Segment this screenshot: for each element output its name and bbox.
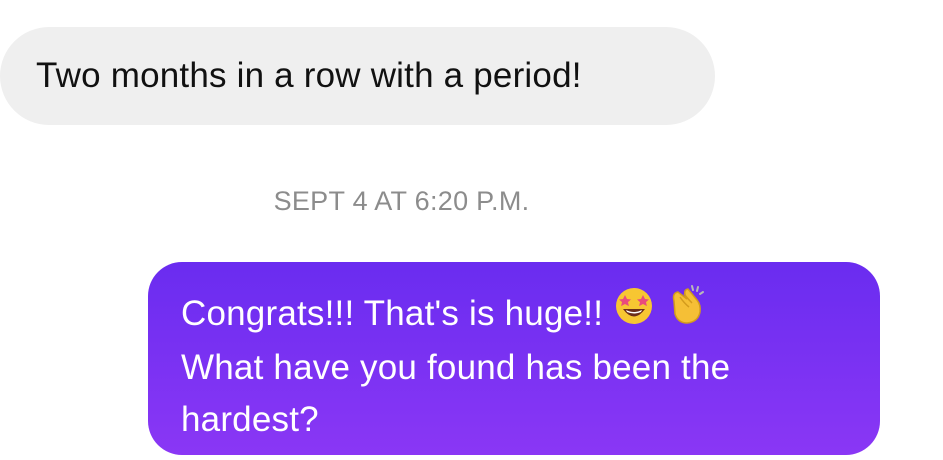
sent-message-line-3: hardest? xyxy=(181,400,319,440)
message-timestamp: SEPT 4 AT 6:20 P.M. xyxy=(273,186,530,216)
received-message-text: Two months in a row with a period! xyxy=(36,56,582,95)
sent-message-bubble[interactable]: Congrats!!! That's is huge!! What have y… xyxy=(148,262,880,455)
sent-message-line-1: Congrats!!! That's is huge!! xyxy=(181,285,848,342)
clapping-hands-emoji-icon xyxy=(665,283,709,342)
sent-message-line-2: What have you found has been the xyxy=(181,348,731,388)
received-message-bubble[interactable]: Two months in a row with a period! xyxy=(0,27,715,125)
sent-message-text: Congrats!!! That's is huge!! xyxy=(181,294,604,333)
star-struck-emoji-icon xyxy=(613,284,655,341)
